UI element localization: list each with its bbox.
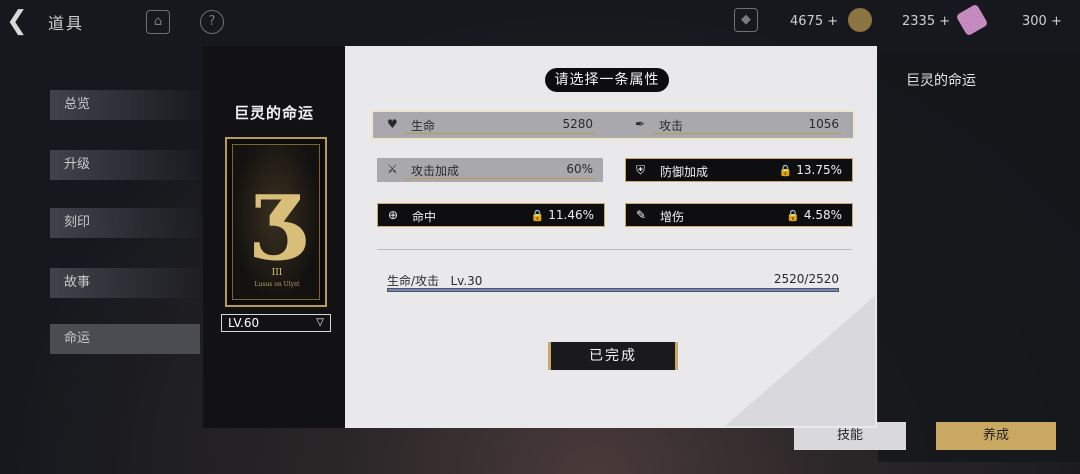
damage-up-icon: ✎: [636, 208, 647, 222]
progress-fill: [388, 289, 838, 291]
progress-bar: [387, 288, 839, 292]
develop-button[interactable]: 养成: [936, 422, 1056, 450]
stat-value: 🔒 13.75%: [778, 163, 842, 177]
progress-value: 2520/2520: [773, 272, 839, 286]
stat-attack-bonus[interactable]: ⚔ 攻击加成 60%: [377, 158, 603, 182]
back-icon[interactable]: ❮: [6, 6, 36, 36]
card-art: ʒ III Lusus on Ulyst: [232, 144, 320, 300]
crystal-icon: ◆: [734, 8, 758, 32]
heart-icon: ♥: [387, 117, 398, 131]
level-value: LV.60: [228, 316, 260, 330]
dialog-header: 请选择一条属性: [545, 68, 669, 92]
card-numeral: III: [271, 268, 283, 278]
crystal-amount: 4675 +: [790, 14, 839, 29]
stat-accuracy[interactable]: ⊕ 命中 🔒 11.46%: [377, 203, 605, 227]
detail-title: 巨灵的命运: [906, 73, 976, 89]
sidebar-item-engrave[interactable]: 刻印: [50, 208, 200, 238]
stat-damage-up[interactable]: ✎ 增伤 🔒 4.58%: [625, 203, 853, 227]
chevron-down-icon: ▽: [316, 317, 324, 328]
stat-label: 防御加成: [660, 165, 709, 179]
detail-panel: 巨灵的命运: [878, 52, 1080, 462]
stat-value: 🔒 4.58%: [786, 208, 842, 222]
stat-underline: [405, 133, 595, 134]
stat-label: 命中: [412, 210, 437, 224]
fate-card: ʒ III Lusus on Ulyst: [225, 137, 327, 307]
target-icon: ⊕: [388, 208, 399, 222]
ticket-icon: [955, 3, 989, 37]
stat-value: 1056: [808, 117, 839, 131]
stat-label: 攻击加成: [411, 164, 460, 178]
divider: [377, 249, 852, 250]
help-icon[interactable]: ?: [200, 10, 224, 34]
level-select[interactable]: LV.60 ▽: [221, 314, 331, 332]
sidebar-item-story[interactable]: 故事: [50, 268, 200, 298]
sidebar-item-overview[interactable]: 总览: [50, 90, 200, 120]
top-bar: ❮ 道具 ⌂ ? ◆ 4675 + 2335 + 300 +: [0, 0, 1080, 44]
quill-icon: ✒: [635, 117, 646, 131]
shield-icon: ⛨: [636, 163, 646, 177]
sidebar-item-upgrade[interactable]: 升级: [50, 150, 200, 180]
decor-triangle: [725, 296, 875, 426]
attack-bonus-icon: ⚔: [387, 162, 398, 176]
dragon-emblem-icon: ʒ: [250, 156, 304, 264]
progress-label: 生命/攻击 Lv.30: [387, 274, 483, 288]
lock-icon: 🔒: [778, 164, 793, 177]
stat-underline: [405, 178, 595, 179]
stat-value: 60%: [566, 162, 593, 176]
coin-amount: 2335 +: [902, 14, 951, 29]
coin-icon: [848, 8, 872, 32]
ticket-amount: 300 +: [1022, 14, 1062, 29]
attribute-panel: 请选择一条属性 ♥ 生命 5280 ✒ 攻击 1056 ⚔ 攻击加成 60% ⛨…: [345, 46, 877, 428]
stat-label: 攻击: [659, 119, 684, 133]
lock-icon: 🔒: [530, 209, 545, 222]
stat-value: 5280: [562, 117, 593, 131]
done-button[interactable]: 已完成: [548, 342, 678, 370]
stat-attack[interactable]: ✒ 攻击 1056: [625, 113, 849, 137]
home-icon[interactable]: ⌂: [146, 10, 170, 34]
card-title: 巨灵的命运: [233, 104, 314, 122]
attribute-select-dialog: 巨灵的命运 ʒ III Lusus on Ulyst LV.60 ▽ 请选择一条…: [203, 46, 877, 428]
lock-icon: 🔒: [786, 209, 800, 222]
stat-underline: [653, 133, 841, 134]
sidebar-item-fate[interactable]: 命运: [50, 324, 200, 354]
card-subtitle: Lusus on Ulyst: [254, 281, 300, 288]
stat-label: 生命: [411, 119, 436, 133]
page-title: 道具: [48, 14, 85, 33]
stat-value: 🔒 11.46%: [530, 208, 594, 222]
stat-label: 增伤: [660, 210, 685, 224]
stat-defense-bonus[interactable]: ⛨ 防御加成 🔒 13.75%: [625, 158, 853, 182]
card-panel: 巨灵的命运 ʒ III Lusus on Ulyst LV.60 ▽: [203, 46, 345, 428]
stat-hp[interactable]: ♥ 生命 5280: [377, 113, 603, 137]
